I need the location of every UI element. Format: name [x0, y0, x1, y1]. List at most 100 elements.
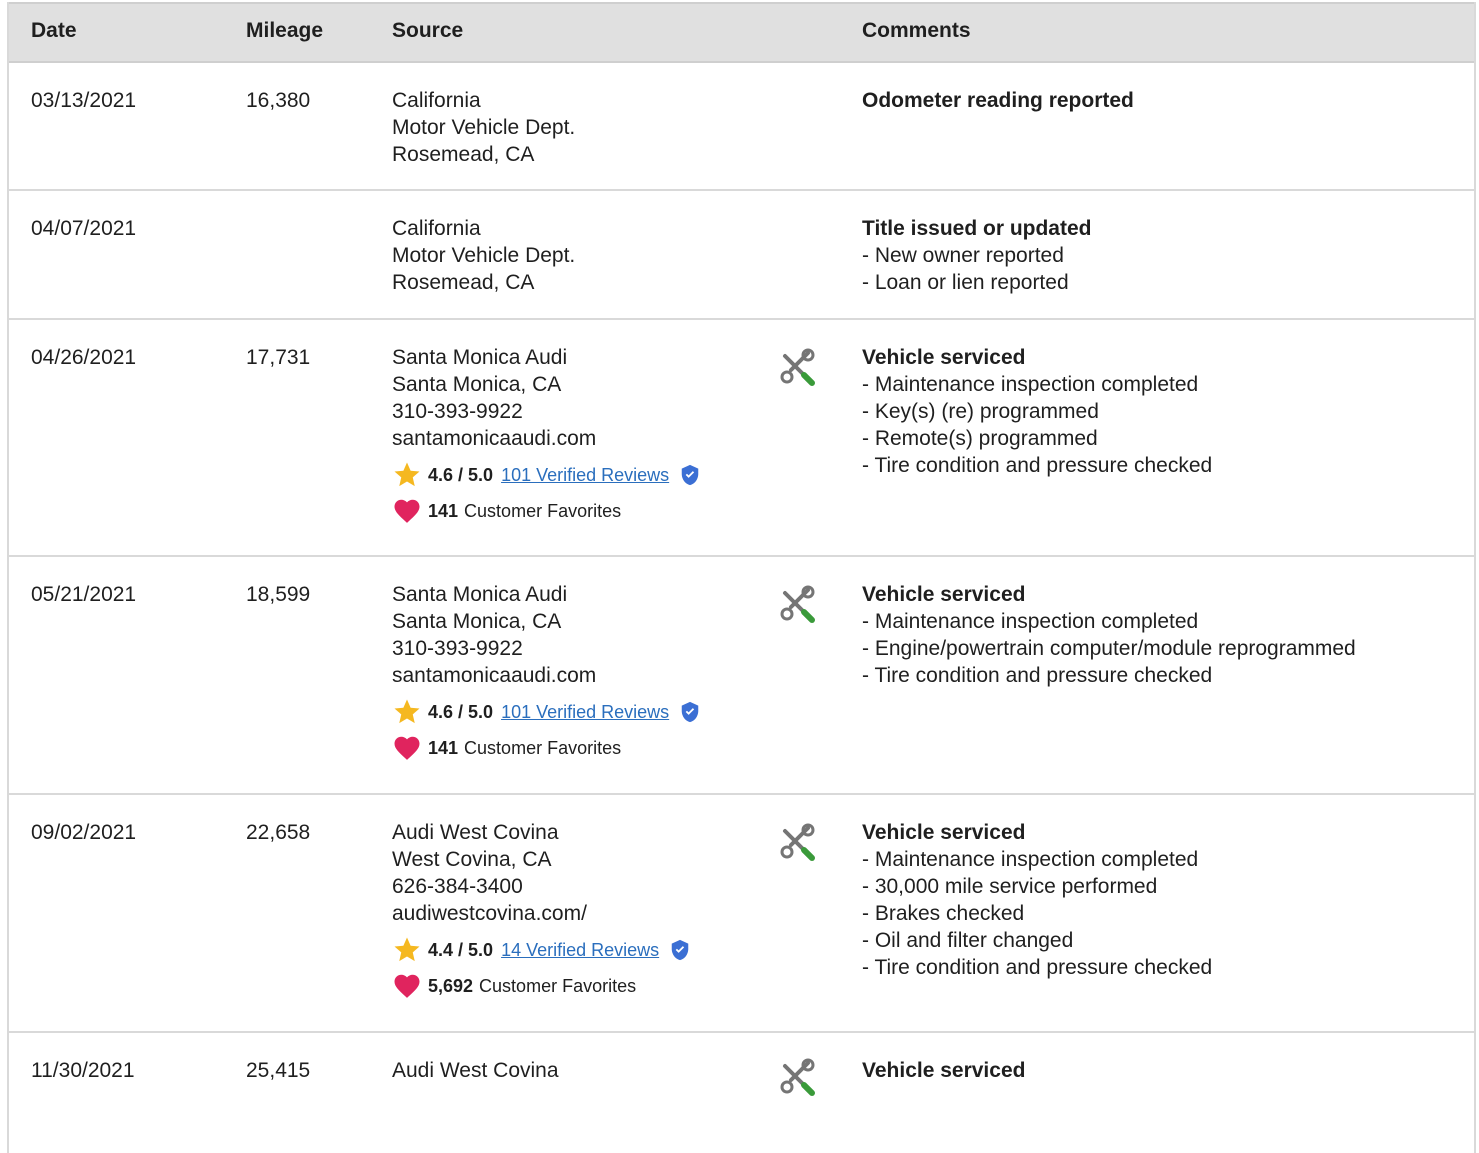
comment-title: Vehicle serviced: [862, 821, 1026, 844]
comment-title: Vehicle serviced: [862, 583, 1026, 606]
comment-title: Title issued or updated: [862, 217, 1092, 240]
source-line: Rosemead, CA: [392, 271, 535, 294]
favorites-line: 141 Customer Favorites: [392, 496, 701, 526]
comment-title: Vehicle serviced: [862, 346, 1026, 369]
favorites-count: 141: [428, 737, 459, 758]
rating-line: 4.6 / 5.0 101 Verified Reviews: [392, 697, 701, 727]
header-source: Source: [392, 19, 464, 42]
source-line: 626-384-3400: [392, 875, 523, 898]
row-mileage: 16,380: [246, 89, 311, 112]
row-source: Santa Monica Audi Santa Monica, CA 310-393…: [392, 344, 701, 526]
row-comments: Title issued or updated - New owner repor…: [862, 215, 1091, 296]
comment-item: - New owner reported: [862, 244, 1064, 267]
row-date: 04/07/2021: [31, 217, 137, 240]
row-source: Santa Monica Audi Santa Monica, CA 310-393…: [392, 581, 701, 763]
favorites-count: 5,692: [428, 975, 474, 996]
source-line: Santa Monica, CA: [392, 373, 562, 396]
rating-line: 4.6 / 5.0 101 Verified Reviews: [392, 460, 701, 490]
comment-item: - Maintenance inspection completed: [862, 373, 1199, 396]
comment-item: - Brakes checked: [862, 902, 1025, 925]
table-row: 04/07/2021 California Motor Vehicle Dept. R…: [9, 191, 1474, 320]
row-comments: Odometer reading reported: [862, 87, 1134, 114]
verified-reviews-link[interactable]: 14 Verified Reviews: [501, 937, 659, 964]
row-date: 04/26/2021: [31, 346, 137, 369]
comment-item: - 30,000 mile service performed: [862, 875, 1158, 898]
vehicle-history-table: Date Mileage Source Comments 03/13/2021 1…: [7, 2, 1476, 1153]
comment-title: Odometer reading reported: [862, 89, 1134, 112]
comment-item: - Remote(s) programmed: [862, 427, 1098, 450]
source-line: santamonicaaudi.com: [392, 664, 597, 687]
rating-line: 4.4 / 5.0 14 Verified Reviews: [392, 935, 691, 965]
verified-badge-icon: [669, 939, 691, 961]
favorites-line: 5,692 Customer Favorites: [392, 971, 691, 1001]
favorites-label: Customer Favorites: [464, 737, 622, 758]
comment-item: - Maintenance inspection completed: [862, 848, 1199, 871]
source-line: Motor Vehicle Dept.: [392, 116, 576, 139]
favorites-label: Customer Favorites: [464, 500, 622, 521]
comment-item: - Oil and filter changed: [862, 929, 1074, 952]
row-comments: Vehicle serviced - Maintenance inspection…: [862, 581, 1356, 689]
comment-item: - Tire condition and pressure checked: [862, 664, 1213, 687]
service-tools-icon: [777, 584, 817, 624]
comment-item: - Maintenance inspection completed: [862, 610, 1199, 633]
header-date: Date: [31, 19, 77, 42]
heart-icon: [392, 496, 422, 526]
verified-badge-icon: [679, 464, 701, 486]
service-tools-icon: [777, 347, 817, 387]
header-comments: Comments: [862, 19, 971, 42]
source-line: Motor Vehicle Dept.: [392, 244, 576, 267]
favorites-label: Customer Favorites: [479, 975, 637, 996]
table-body: 03/13/2021 16,380 California Motor Vehicle …: [9, 63, 1474, 1153]
row-mileage: 17,731: [246, 346, 311, 369]
source-line: Santa Monica Audi: [392, 583, 568, 606]
header-mileage: Mileage: [246, 19, 324, 42]
comment-item: - Tire condition and pressure checked: [862, 956, 1213, 979]
source-line: santamonicaaudi.com: [392, 427, 597, 450]
table-row: 09/02/2021 22,658 Audi West Covina West Cov…: [9, 795, 1474, 1033]
source-line: California: [392, 89, 481, 112]
star-icon: [392, 460, 422, 490]
source-line: Santa Monica, CA: [392, 610, 562, 633]
comment-item: - Key(s) (re) programmed: [862, 400, 1099, 423]
source-line: West Covina, CA: [392, 848, 552, 871]
comment-item: - Loan or lien reported: [862, 271, 1069, 294]
row-comments: Vehicle serviced - Maintenance inspection…: [862, 819, 1212, 981]
row-date: 05/21/2021: [31, 583, 137, 606]
favorites-count: 141: [428, 500, 459, 521]
heart-icon: [392, 733, 422, 763]
heart-icon: [392, 971, 422, 1001]
comment-item: - Tire condition and pressure checked: [862, 454, 1213, 477]
source-line: 310-393-9922: [392, 400, 523, 423]
source-line: Audi West Covina: [392, 821, 559, 844]
source-line: California: [392, 217, 481, 240]
verified-reviews-link[interactable]: 101 Verified Reviews: [501, 462, 669, 489]
row-date: 03/13/2021: [31, 89, 137, 112]
row-date: 09/02/2021: [31, 821, 137, 844]
table-header: Date Mileage Source Comments: [9, 2, 1474, 63]
rating-value: 4.6 / 5.0: [428, 701, 494, 722]
favorites-line: 141 Customer Favorites: [392, 733, 701, 763]
source-line: Santa Monica Audi: [392, 346, 568, 369]
row-source: California Motor Vehicle Dept. Rosemead, C…: [392, 215, 575, 296]
row-source: California Motor Vehicle Dept. Rosemead, C…: [392, 87, 575, 168]
row-mileage: 22,658: [246, 821, 311, 844]
source-line: audiwestcovina.com/: [392, 902, 587, 925]
rating-value: 4.6 / 5.0: [428, 464, 494, 485]
row-mileage: 18,599: [246, 583, 311, 606]
verified-reviews-link[interactable]: 101 Verified Reviews: [501, 699, 669, 726]
table-row: 05/21/2021 18,599 Santa Monica Audi Santa M…: [9, 557, 1474, 795]
rating-value: 4.4 / 5.0: [428, 939, 494, 960]
source-line: 310-393-9922: [392, 637, 523, 660]
star-icon: [392, 935, 422, 965]
service-tools-icon: [777, 1057, 817, 1097]
verified-badge-icon: [679, 701, 701, 723]
service-tools-icon: [777, 822, 817, 862]
source-line: Rosemead, CA: [392, 143, 535, 166]
table-row: 04/26/2021 17,731 Santa Monica Audi Santa M…: [9, 320, 1474, 557]
comment-item: - Engine/powertrain computer/module repr…: [862, 637, 1356, 660]
table-row: 03/13/2021 16,380 California Motor Vehicle …: [9, 63, 1474, 191]
row-comments: Vehicle serviced - Maintenance inspection…: [862, 344, 1212, 479]
table-row: 11/30/2021 25,415 Audi West Covina Vehicle …: [9, 1033, 1474, 1153]
row-source: Audi West Covina West Covina, CA 626-384-3…: [392, 819, 691, 1001]
star-icon: [392, 697, 422, 727]
